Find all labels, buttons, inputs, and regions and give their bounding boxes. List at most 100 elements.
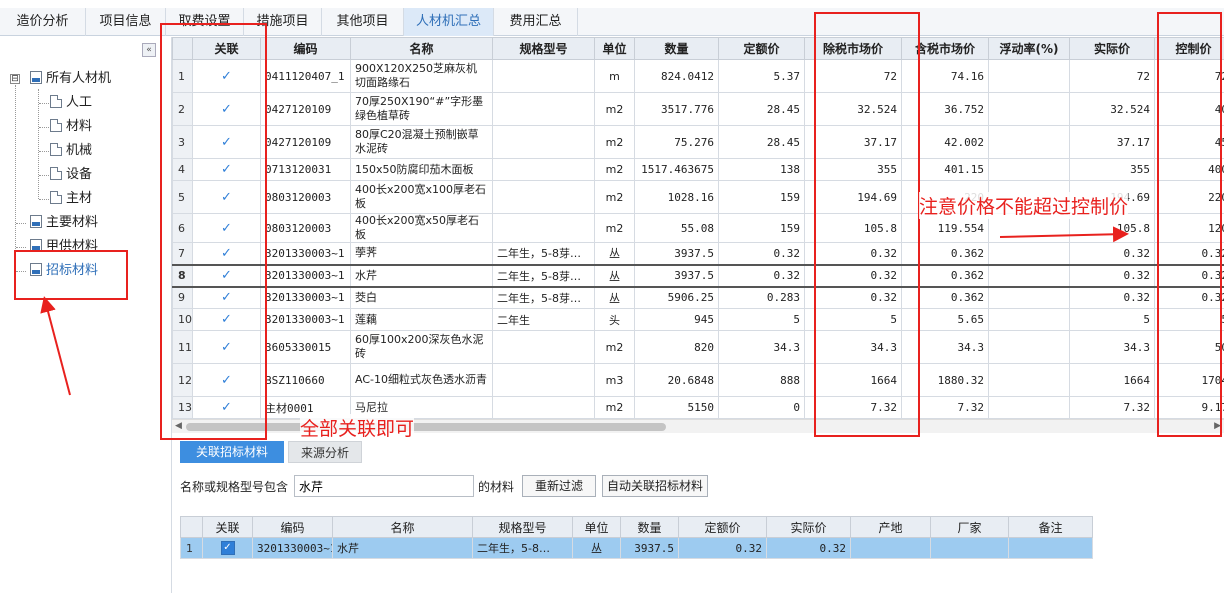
column-header-actual-price[interactable]: 实际价 xyxy=(1069,37,1155,60)
link-checkbox[interactable]: ✓ xyxy=(202,537,253,559)
cell-taxed-market-price[interactable]: 5.65 xyxy=(901,308,989,331)
cell-float-rate[interactable] xyxy=(988,125,1070,159)
cell-spec[interactable] xyxy=(492,363,595,397)
table-row[interactable]: 3 ✓ 0427120109 80厚C20混凝土预制嵌草水泥砖 m2 75.276 28.4… xyxy=(172,125,1224,159)
cell-name[interactable]: AC-10细粒式灰色透水沥青 xyxy=(350,363,493,397)
sub-column-code[interactable]: 编码 xyxy=(252,516,333,538)
cell-pretax-market-price[interactable]: 5 xyxy=(804,308,902,331)
link-checkbox[interactable]: ✓ xyxy=(192,92,261,126)
checkmark-icon[interactable]: ✓ xyxy=(221,290,232,305)
cell-code[interactable]: 3201330003~1 xyxy=(260,263,351,288)
checkmark-icon[interactable]: ✓ xyxy=(221,135,232,150)
cell-float-rate[interactable] xyxy=(988,158,1070,181)
tab-project-info[interactable]: 项目信息 xyxy=(86,8,166,36)
cell-taxed-market-price[interactable]: 0.362 xyxy=(901,263,989,288)
cell-pretax-market-price[interactable]: 37.17 xyxy=(804,125,902,159)
cell-unit[interactable]: m2 xyxy=(594,125,635,159)
checkmark-icon[interactable]: ✓ xyxy=(221,268,232,283)
cell-unit[interactable]: m2 xyxy=(594,158,635,181)
cell-quota-price[interactable]: 159 xyxy=(718,213,805,243)
scroll-right-icon[interactable]: ▶ xyxy=(1214,421,1221,431)
link-checkbox[interactable]: ✓ xyxy=(192,308,261,331)
cell-pretax-market-price[interactable]: 72 xyxy=(804,59,902,93)
checkmark-icon[interactable]: ✓ xyxy=(221,373,232,388)
cell-actual-price[interactable]: 34.3 xyxy=(1069,330,1155,364)
cell-unit[interactable]: m xyxy=(594,59,635,93)
cell-quantity[interactable]: 75.276 xyxy=(634,125,719,159)
checkmark-icon[interactable]: ✓ xyxy=(221,102,232,117)
cell-quota-price[interactable]: 34.3 xyxy=(718,330,805,364)
cell-spec[interactable]: 二年生，5-8芽… xyxy=(492,286,595,309)
checkmark-icon[interactable]: ✓ xyxy=(221,340,232,355)
link-checkbox[interactable]: ✓ xyxy=(192,363,261,397)
table-row[interactable]: 7 ✓ 3201330003~1 荸荠 二年生，5-8芽… 丛 3937.5 0.32 0.32… xyxy=(172,242,1224,265)
cell-code[interactable]: 0411120407_1 xyxy=(260,59,351,93)
cell-quota-price[interactable]: 0.32 xyxy=(718,242,805,265)
cell-float-rate[interactable] xyxy=(988,396,1070,419)
sub-table-row[interactable]: 1 ✓ 3201330003~1 水芹 二年生，5-8… 丛 3937.5 0.… xyxy=(180,537,1093,559)
cell-control-price[interactable]: 5 xyxy=(1154,308,1224,331)
cell-name[interactable]: 400长x200宽x100厚老石板 xyxy=(350,180,493,214)
cell-name[interactable]: 150x50防腐印茄木面板 xyxy=(350,158,493,181)
cell-pretax-market-price[interactable]: 34.3 xyxy=(804,330,902,364)
link-checkbox[interactable]: ✓ xyxy=(192,396,261,419)
column-header-spec[interactable]: 规格型号 xyxy=(492,37,595,60)
checkbox-checked-icon[interactable]: ✓ xyxy=(220,541,235,555)
column-header-code[interactable]: 编码 xyxy=(260,37,351,60)
cell-pretax-market-price[interactable]: 7.32 xyxy=(804,396,902,419)
cell-float-rate[interactable] xyxy=(988,59,1070,93)
cell-name[interactable]: 80厚C20混凝土预制嵌草水泥砖 xyxy=(350,125,493,159)
tree-expander[interactable]: ⊟ xyxy=(10,74,20,84)
cell-control-price[interactable]: 0.32 xyxy=(1154,242,1224,265)
collapse-sidebar-button[interactable]: « xyxy=(142,43,156,57)
checkmark-icon[interactable]: ✓ xyxy=(221,162,232,177)
link-checkbox[interactable]: ✓ xyxy=(192,263,261,288)
column-header-taxed-market-price[interactable]: 含税市场价 xyxy=(901,37,989,60)
cell-code[interactable]: 0427120109 xyxy=(260,92,351,126)
cell-quantity[interactable]: 3937.5 xyxy=(634,263,719,288)
checkmark-icon[interactable]: ✓ xyxy=(221,312,232,327)
cell-actual-price[interactable]: 7.32 xyxy=(1069,396,1155,419)
tab-measures[interactable]: 措施项目 xyxy=(244,8,322,36)
link-checkbox[interactable]: ✓ xyxy=(192,59,261,93)
column-header-unit[interactable]: 单位 xyxy=(594,37,635,60)
cell-spec[interactable]: 二年生 xyxy=(492,308,595,331)
cell-float-rate[interactable] xyxy=(988,263,1070,288)
cell-float-rate[interactable] xyxy=(988,330,1070,364)
sub-column-maker[interactable]: 厂家 xyxy=(930,516,1009,538)
link-checkbox[interactable]: ✓ xyxy=(192,180,261,214)
cell-unit[interactable]: 丛 xyxy=(594,242,635,265)
cell-code[interactable]: 3201330003~1 xyxy=(260,308,351,331)
cell-name[interactable]: 莲藕 xyxy=(350,308,493,331)
link-checkbox[interactable]: ✓ xyxy=(192,286,261,309)
table-row[interactable]: 12 ✓ BSZ110660 AC-10细粒式灰色透水沥青 m3 20.6848 888 16… xyxy=(172,363,1224,397)
link-checkbox[interactable]: ✓ xyxy=(192,242,261,265)
tab-labor-material-summary[interactable]: 人材机汇总 xyxy=(404,8,494,36)
filter-input[interactable] xyxy=(294,475,474,497)
cell-name[interactable]: 荸荠 xyxy=(350,242,493,265)
table-row[interactable]: 2 ✓ 0427120109 70厚250X190“#”字形墨绿色植草砖 m2 3517.… xyxy=(172,92,1224,126)
cell-quota-price[interactable]: 5.37 xyxy=(718,59,805,93)
cell-float-rate[interactable] xyxy=(988,242,1070,265)
cell-unit[interactable]: m2 xyxy=(594,213,635,243)
cell-pretax-market-price[interactable]: 32.524 xyxy=(804,92,902,126)
cell-quantity[interactable]: 1028.16 xyxy=(634,180,719,214)
sub-column-origin[interactable]: 产地 xyxy=(850,516,931,538)
cell-unit[interactable]: m2 xyxy=(594,396,635,419)
cell-quota-price[interactable]: 5 xyxy=(718,308,805,331)
table-row[interactable]: 4 ✓ 0713120031 150x50防腐印茄木面板 m2 1517.463675 13… xyxy=(172,158,1224,181)
cell-control-price[interactable]: 40 xyxy=(1154,92,1224,126)
column-header-float-rate[interactable]: 浮动率(%) xyxy=(988,37,1070,60)
cell-quantity[interactable]: 3937.5 xyxy=(634,242,719,265)
cell-float-rate[interactable] xyxy=(988,308,1070,331)
scroll-left-icon[interactable]: ◀ xyxy=(175,421,182,431)
cell-quota-price[interactable]: 0 xyxy=(718,396,805,419)
cell-quota-price[interactable]: 159 xyxy=(718,180,805,214)
checkmark-icon[interactable]: ✓ xyxy=(221,221,232,236)
cell-code[interactable]: 3201330003~1 xyxy=(260,242,351,265)
cell-quota-price[interactable]: 28.45 xyxy=(718,92,805,126)
link-checkbox[interactable]: ✓ xyxy=(192,330,261,364)
checkmark-icon[interactable]: ✓ xyxy=(221,69,232,84)
sub-column-name[interactable]: 名称 xyxy=(332,516,473,538)
scrollbar-thumb[interactable] xyxy=(186,423,666,431)
